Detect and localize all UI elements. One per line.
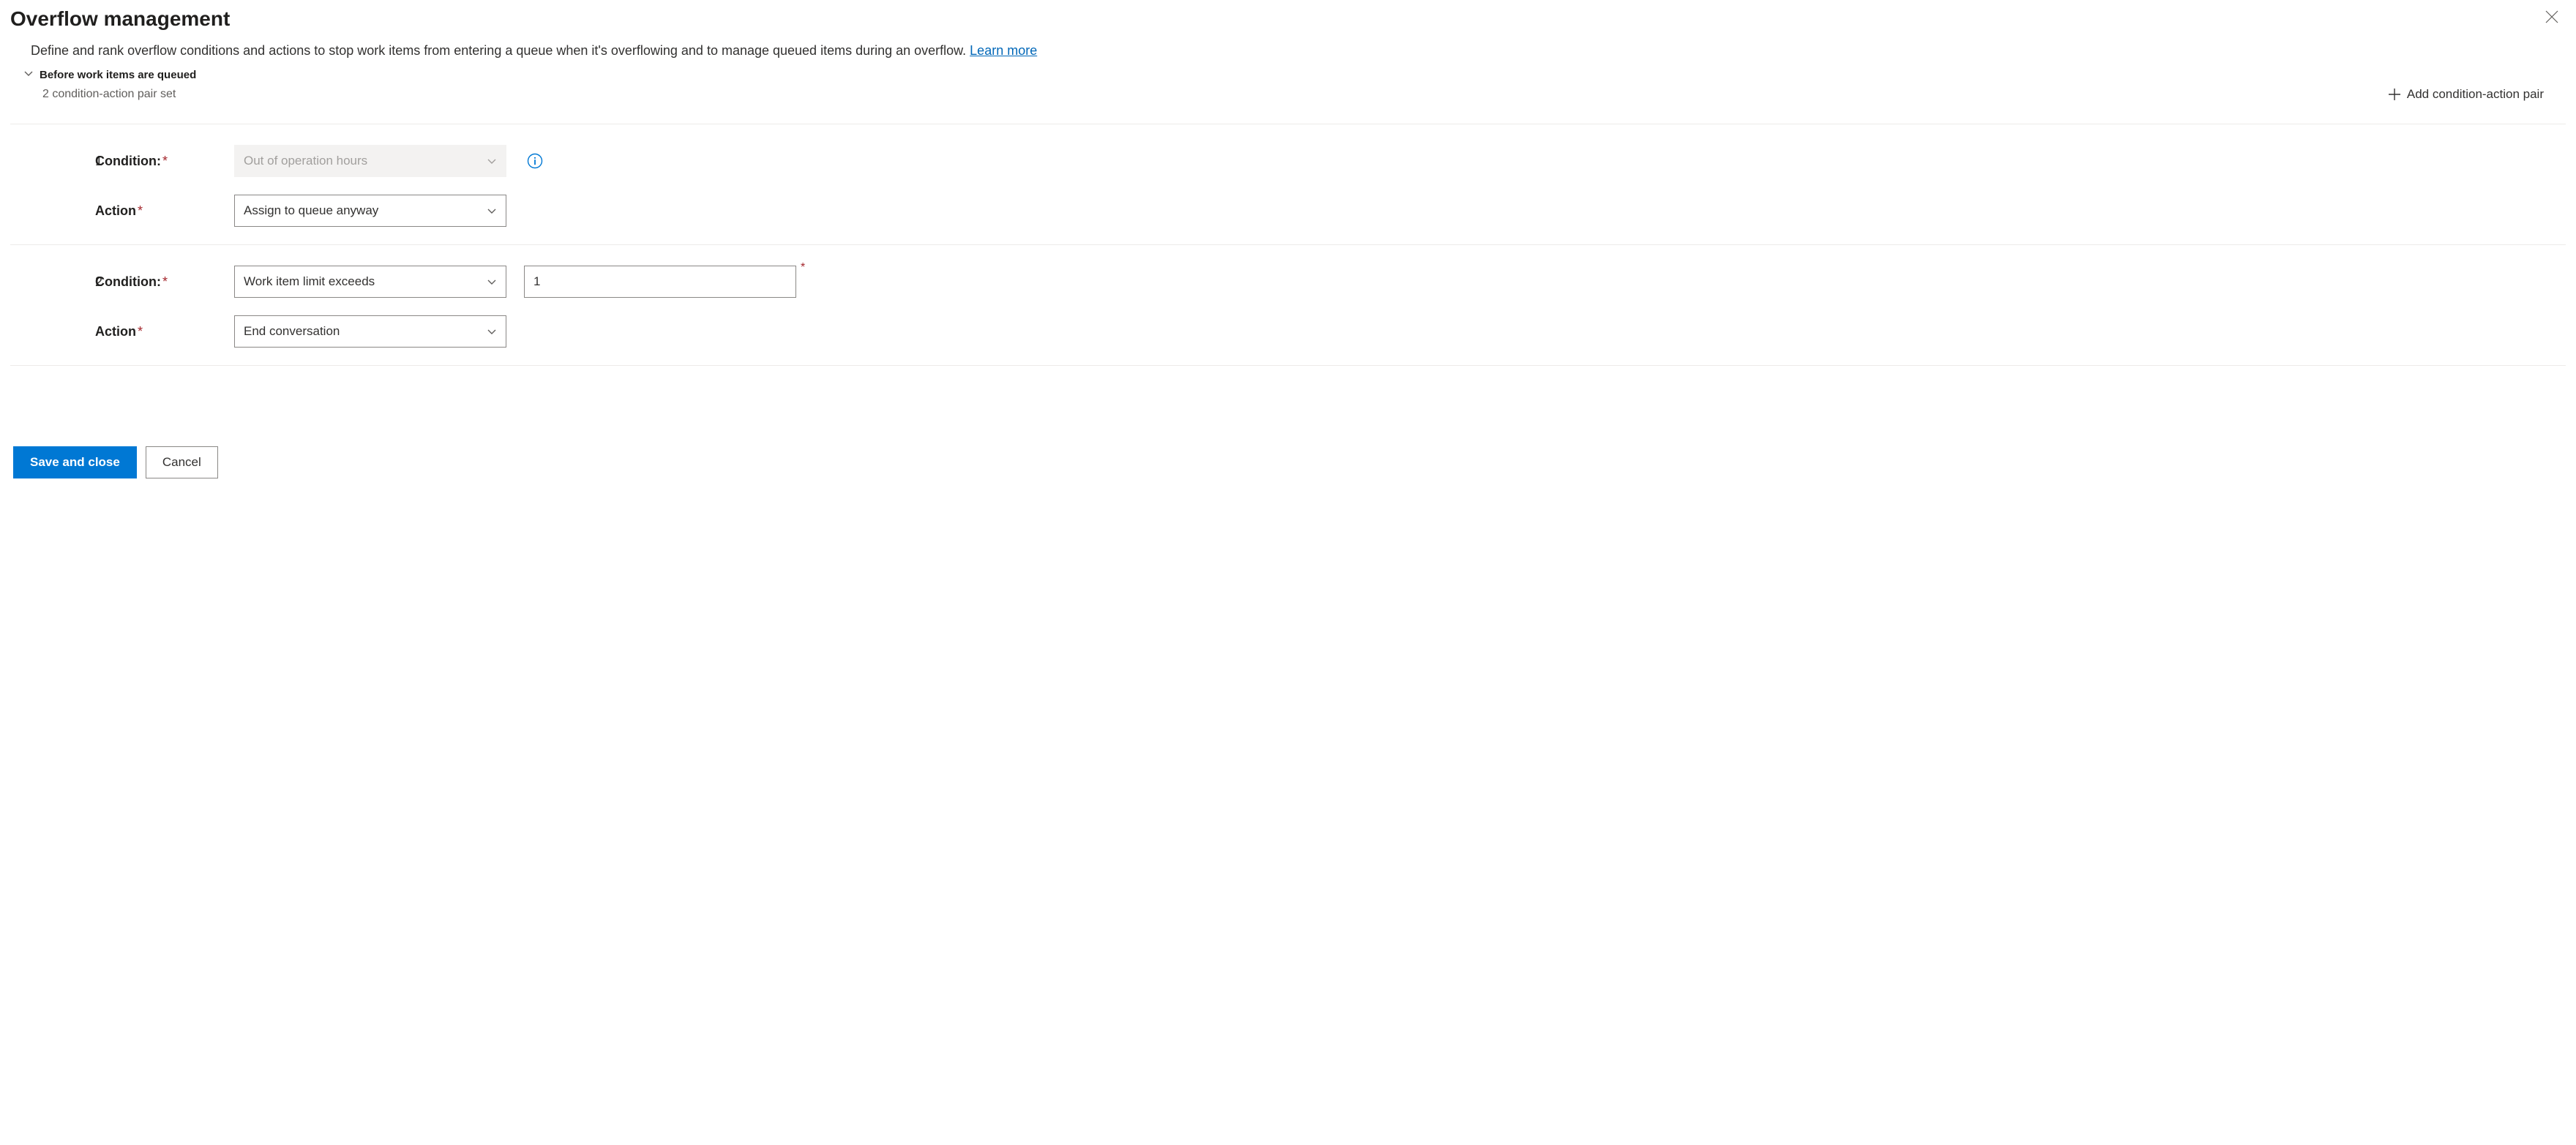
section-subtitle: 2 condition-action pair set bbox=[42, 88, 176, 101]
action-select[interactable]: End conversation bbox=[234, 315, 506, 348]
action-select-value: Assign to queue anyway bbox=[244, 203, 378, 218]
add-condition-action-button[interactable]: Add condition-action pair bbox=[2384, 84, 2548, 105]
rule-item: 2 Condition:* Work item limit exceeds * … bbox=[10, 244, 2566, 366]
section-toggle[interactable] bbox=[23, 68, 34, 81]
condition-select[interactable]: Work item limit exceeds bbox=[234, 266, 506, 298]
chevron-down-icon bbox=[23, 68, 34, 78]
condition-info-button[interactable] bbox=[506, 153, 543, 169]
action-select[interactable]: Assign to queue anyway bbox=[234, 195, 506, 227]
chevron-down-icon bbox=[487, 206, 497, 216]
close-button[interactable] bbox=[2538, 7, 2566, 29]
info-icon bbox=[527, 153, 543, 169]
condition-select-value: Work item limit exceeds bbox=[244, 274, 375, 289]
required-indicator: * bbox=[801, 261, 805, 274]
limit-input[interactable] bbox=[524, 266, 796, 298]
page-title: Overflow management bbox=[10, 7, 230, 31]
add-condition-action-label: Add condition-action pair bbox=[2407, 87, 2544, 102]
condition-select-value: Out of operation hours bbox=[244, 154, 367, 168]
chevron-down-icon bbox=[487, 277, 497, 287]
action-label: Action* bbox=[95, 203, 234, 219]
rule-item: 1 Condition:* Out of operation hours Act… bbox=[10, 124, 2566, 244]
action-label: Action* bbox=[95, 324, 234, 339]
save-and-close-button[interactable]: Save and close bbox=[13, 446, 137, 478]
learn-more-link[interactable]: Learn more bbox=[970, 43, 1037, 58]
description-text: Define and rank overflow conditions and … bbox=[31, 43, 970, 58]
section-title: Before work items are queued bbox=[40, 69, 196, 81]
condition-label: Condition:* bbox=[95, 274, 234, 290]
condition-select: Out of operation hours bbox=[234, 145, 506, 177]
close-icon bbox=[2545, 10, 2558, 23]
plus-icon bbox=[2388, 88, 2401, 101]
chevron-down-icon bbox=[487, 156, 497, 166]
page-description: Define and rank overflow conditions and … bbox=[31, 41, 1070, 61]
action-select-value: End conversation bbox=[244, 324, 340, 339]
condition-label: Condition:* bbox=[95, 154, 234, 169]
chevron-down-icon bbox=[487, 326, 497, 337]
cancel-button[interactable]: Cancel bbox=[146, 446, 218, 478]
